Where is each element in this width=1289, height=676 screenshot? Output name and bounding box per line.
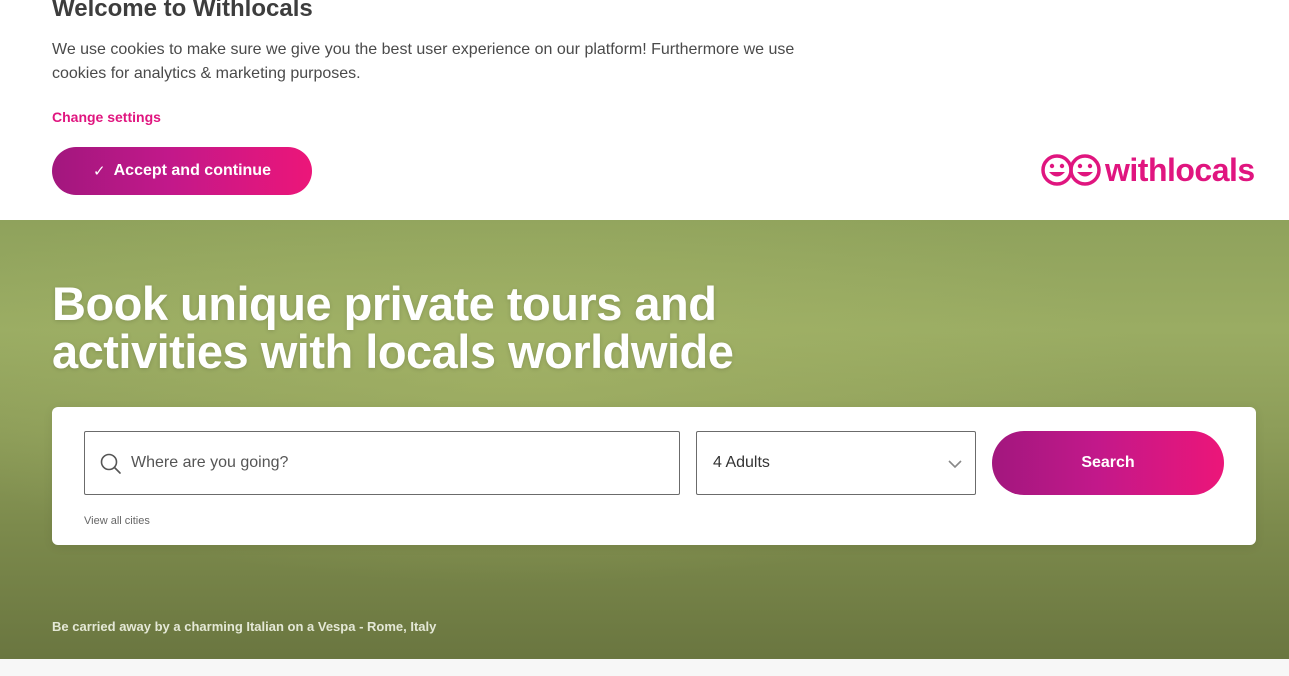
cookie-text: We use cookies to make sure we give you … bbox=[52, 41, 795, 82]
accept-button-label: Accept and continue bbox=[113, 162, 271, 179]
search-card: 4 Adults Search View all cities bbox=[52, 407, 1256, 545]
smiley-faces-icon bbox=[1041, 154, 1101, 186]
chevron-down-icon bbox=[948, 460, 962, 469]
logo-text: withlocals bbox=[1105, 152, 1255, 188]
cookie-banner: Welcome to Withlocals We use cookies to … bbox=[0, 0, 1289, 220]
adults-value: 4 Adults bbox=[713, 454, 770, 471]
destination-input[interactable] bbox=[131, 432, 671, 494]
page-bottom-strip bbox=[0, 659, 1289, 676]
destination-field[interactable] bbox=[84, 431, 680, 495]
accept-and-continue-button[interactable]: ✓ Accept and continue bbox=[52, 147, 312, 195]
change-settings-link[interactable]: Change settings bbox=[52, 108, 161, 126]
search-button[interactable]: Search bbox=[992, 431, 1224, 495]
adults-select[interactable]: 4 Adults bbox=[696, 431, 976, 495]
search-icon bbox=[100, 453, 121, 474]
check-icon: ✓ bbox=[93, 163, 106, 180]
hero-caption: Be carried away by a charming Italian on… bbox=[52, 619, 437, 634]
hero-section: Book unique private tours and activities… bbox=[0, 220, 1289, 659]
view-all-cities-link[interactable]: View all cities bbox=[84, 515, 150, 527]
hero-headline: Book unique private tours and activities… bbox=[52, 277, 734, 378]
cookie-title: Welcome to Withlocals bbox=[52, 0, 313, 22]
withlocals-logo[interactable]: withlocals bbox=[1041, 152, 1255, 188]
